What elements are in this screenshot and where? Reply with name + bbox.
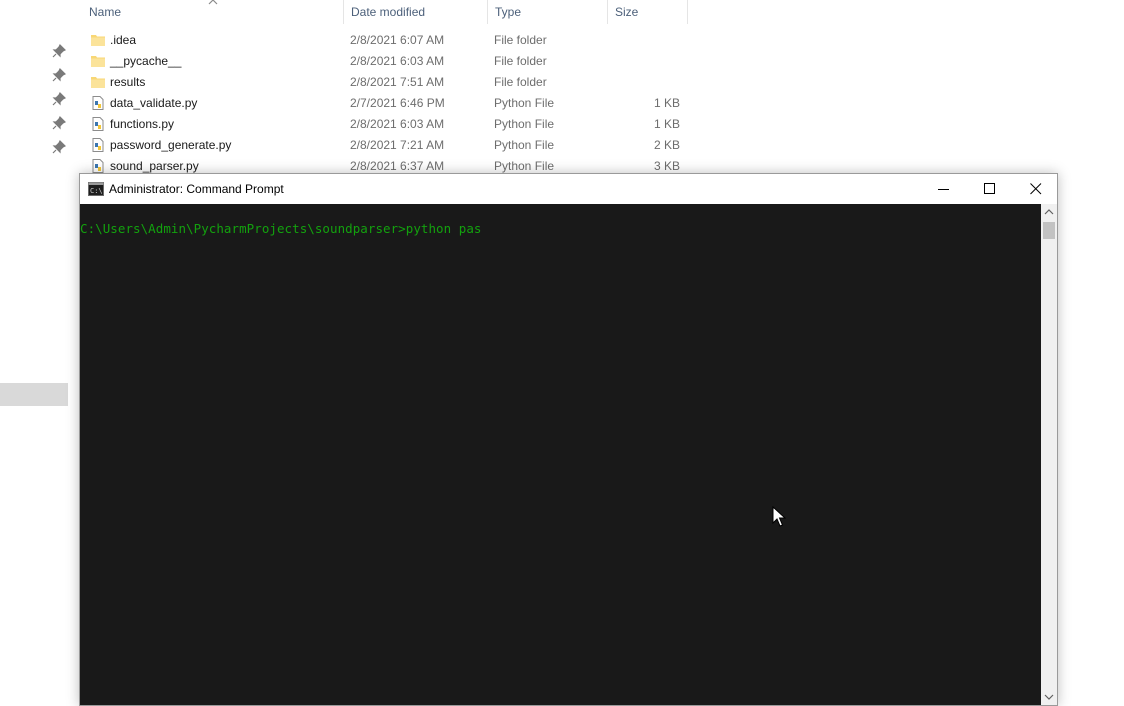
python-file-icon [92,96,104,110]
file-name: password_generate.py [110,138,232,152]
pin-icon[interactable] [52,44,66,58]
close-button[interactable] [1012,174,1057,204]
file-size: 3 KB [653,159,680,173]
column-header-name[interactable]: Name [82,0,344,24]
maximize-button[interactable] [966,174,1012,204]
file-date: 2/8/2021 6:07 AM [350,33,445,47]
python-file-icon [92,159,104,173]
file-name: data_validate.py [110,96,198,110]
minimize-icon [938,189,949,190]
pin-icon[interactable] [52,116,66,130]
file-row[interactable]: password_generate.py 2/8/2021 7:21 AM Py… [82,135,692,156]
file-name: results [110,75,146,89]
pin-icon[interactable] [52,68,66,82]
folder-icon [91,77,105,88]
file-size: 1 KB [653,96,680,110]
pin-icon[interactable] [52,92,66,106]
file-list: .idea 2/8/2021 6:07 AM File folder __pyc… [82,30,692,177]
file-row[interactable]: data_validate.py 2/7/2021 6:46 PM Python… [82,93,692,114]
file-row[interactable]: results 2/8/2021 7:51 AM File folder [82,72,692,93]
python-file-icon [92,138,104,152]
minimize-button[interactable] [920,174,966,204]
file-type: Python File [494,138,555,152]
command-prompt-window[interactable]: C:\ Administrator: Command Prompt C:\Use… [79,173,1058,706]
window-title: Administrator: Command Prompt [109,182,284,196]
column-header-type[interactable]: Type [488,0,608,24]
file-date: 2/8/2021 7:51 AM [350,75,445,89]
file-name: sound_parser.py [110,159,199,173]
file-name: __pycache__ [110,54,182,68]
command-line: C:\Users\Admin\PycharmProjects\soundpars… [80,221,482,236]
file-size: 1 KB [653,117,680,131]
column-header-row: Name Date modified Type Size [82,0,692,24]
maximize-icon [984,183,995,194]
file-date: 2/8/2021 6:03 AM [350,54,445,68]
file-date: 2/8/2021 6:37 AM [350,159,445,173]
file-type: File folder [494,33,547,47]
close-icon [1030,183,1042,195]
file-row[interactable]: .idea 2/8/2021 6:07 AM File folder [82,30,692,51]
mouse-cursor-icon [772,506,786,527]
command-prompt-icon[interactable]: C:\ [88,182,104,196]
file-type: Python File [494,96,555,110]
file-size: 2 KB [653,138,680,152]
file-type: Python File [494,117,555,131]
nav-pane-selected-item[interactable] [0,383,68,406]
column-header-date-modified[interactable]: Date modified [344,0,488,24]
python-file-icon [92,117,104,131]
file-name: functions.py [110,117,175,131]
file-name: .idea [110,33,137,47]
folder-icon [91,56,105,67]
pin-icon[interactable] [52,140,66,154]
file-date: 2/8/2021 6:03 AM [350,117,445,131]
vertical-scrollbar[interactable] [1041,204,1057,705]
console-output[interactable]: C:\Users\Admin\PycharmProjects\soundpars… [80,204,1041,705]
file-row[interactable]: __pycache__ 2/8/2021 6:03 AM File folder [82,51,692,72]
scrollbar-thumb[interactable] [1043,222,1055,239]
file-type: Python File [494,159,555,173]
scroll-up-arrow-icon[interactable] [1041,204,1057,220]
file-date: 2/7/2021 6:46 PM [350,96,445,110]
file-type: File folder [494,75,547,89]
column-header-size[interactable]: Size [608,0,688,24]
scroll-down-arrow-icon[interactable] [1041,689,1057,705]
svg-text:C:\: C:\ [90,187,103,195]
file-date: 2/8/2021 7:21 AM [350,138,445,152]
folder-icon [91,35,105,46]
title-bar[interactable]: C:\ Administrator: Command Prompt [80,174,1057,204]
file-row[interactable]: functions.py 2/8/2021 6:03 AM Python Fil… [82,114,692,135]
file-type: File folder [494,54,547,68]
